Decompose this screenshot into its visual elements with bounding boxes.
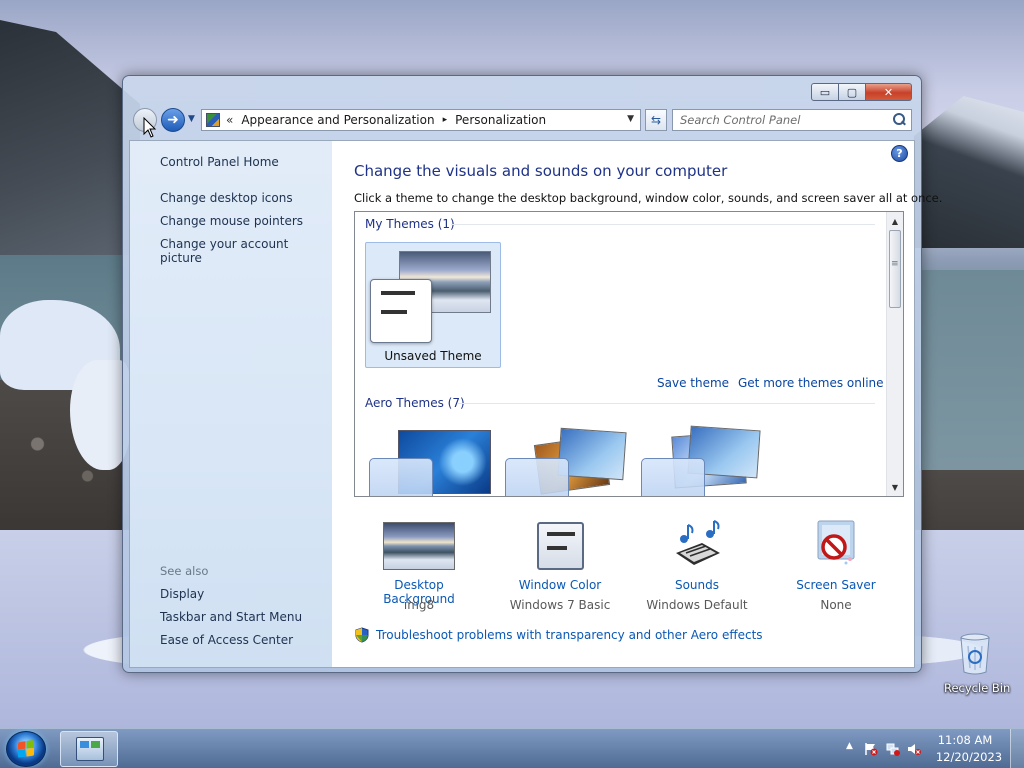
get-more-themes-online-link[interactable]: Get more themes online <box>738 376 884 390</box>
theme-window-preview <box>370 279 432 343</box>
troubleshoot-text[interactable]: Troubleshoot problems with transparency … <box>376 628 763 642</box>
refresh-button[interactable]: ⇆ <box>645 109 667 131</box>
recycle-bin-icon <box>960 633 990 675</box>
scrollbar-thumb[interactable] <box>889 230 901 308</box>
close-icon: ✕ <box>883 85 894 99</box>
show-hidden-icons-icon[interactable]: ▲ <box>846 741 853 751</box>
taskbar-control-panel-button[interactable] <box>60 731 118 767</box>
refresh-icon: ⇆ <box>650 113 662 127</box>
action-center-flag-icon[interactable] <box>864 742 878 756</box>
sounds-link[interactable]: Sounds <box>637 578 757 592</box>
breadcrumb-personalization[interactable]: Personalization <box>455 113 546 127</box>
breadcrumb-overflow[interactable]: « <box>226 113 233 127</box>
theme-name: Unsaved Theme <box>384 349 482 363</box>
taskbar: ▲ 11:08 AM 12/20/2023 <box>0 728 1024 768</box>
wallpaper-mountain-left <box>0 20 140 260</box>
sounds-icon <box>676 520 720 565</box>
wallpaper-mountain-right <box>914 96 1024 248</box>
volume-muted-icon[interactable] <box>907 742 921 756</box>
recycle-bin-label: Recycle Bin <box>944 681 1011 695</box>
navigation-bar: ➜ ▼ « Appearance and Personalization ▸ P… <box>131 106 915 134</box>
display-link[interactable]: Display <box>160 587 204 601</box>
address-dropdown-icon[interactable]: ▼ <box>627 114 634 124</box>
maximize-button[interactable]: ▢ <box>839 83 866 101</box>
ease-of-access-center-link[interactable]: Ease of Access Center <box>160 633 293 647</box>
scroll-up-arrow-icon[interactable]: ▲ <box>887 213 903 229</box>
theme-window-preview <box>505 458 569 496</box>
help-button[interactable]: ? <box>891 145 908 162</box>
recent-pages-dropdown[interactable]: ▼ <box>188 114 195 124</box>
theme-window-preview <box>641 458 705 496</box>
forward-arrow-icon: ➜ <box>167 112 179 128</box>
screen-saver-link[interactable]: Screen Saver <box>776 578 896 592</box>
notification-area: ▲ 11:08 AM 12/20/2023 <box>844 729 1024 768</box>
change-desktop-icons-link[interactable]: Change desktop icons <box>160 191 293 205</box>
scroll-down-arrow-icon[interactable]: ▼ <box>887 479 903 495</box>
search-icon[interactable] <box>891 112 907 128</box>
search-input[interactable] <box>673 111 891 129</box>
themes-scrollbar[interactable]: ▲ ▼ <box>886 212 903 496</box>
window-color-icon <box>537 522 584 570</box>
clock-date[interactable]: 12/20/2023 <box>934 750 1004 764</box>
desktop-background-icon <box>383 522 455 570</box>
theme-unsaved-theme[interactable]: Unsaved Theme <box>365 242 501 368</box>
page-title: Change the visuals and sounds on your co… <box>354 162 728 180</box>
page-description: Click a theme to change the desktop back… <box>354 191 943 205</box>
search-box <box>672 109 912 131</box>
window-color-value: Windows 7 Basic <box>509 598 611 612</box>
sounds-value: Windows Default <box>646 598 748 612</box>
personalization-window: ▭ ▢ ✕ ➜ ▼ « Appearance and Personalizati… <box>122 75 942 673</box>
group-divider <box>457 403 875 404</box>
change-account-picture-link[interactable]: Change your account picture <box>160 237 332 265</box>
maximize-icon: ▢ <box>846 85 858 99</box>
control-panel-home-link[interactable]: Control Panel Home <box>160 155 279 169</box>
recycle-bin[interactable]: Recycle Bin <box>944 632 1011 695</box>
screen-saver-icon <box>817 520 855 565</box>
desktop-background-value: img8 <box>403 598 435 612</box>
breadcrumb-separator-icon[interactable]: ▸ <box>443 115 448 125</box>
aero-themes-group-title[interactable]: Aero Themes (7) <box>365 396 465 410</box>
network-icon[interactable] <box>886 742 900 756</box>
minimize-icon: ▭ <box>819 85 831 99</box>
group-divider <box>451 224 875 225</box>
themes-list: My Themes (1) Unsaved Theme Save theme G… <box>354 211 904 497</box>
forward-button[interactable]: ➜ <box>161 108 185 132</box>
see-also-heading: See also <box>160 564 209 578</box>
show-desktop-button[interactable] <box>1010 729 1024 768</box>
main-content: ? Change the visuals and sounds on your … <box>332 141 942 667</box>
taskbar-and-start-menu-link[interactable]: Taskbar and Start Menu <box>160 610 302 624</box>
caption-buttons: ▭ ▢ ✕ <box>811 83 912 101</box>
window-color-link[interactable]: Window Color <box>500 578 620 592</box>
close-button[interactable]: ✕ <box>866 83 912 101</box>
control-panel-icon <box>76 737 104 761</box>
my-themes-group-title[interactable]: My Themes (1) <box>365 217 455 231</box>
mouse-cursor-icon <box>143 117 157 138</box>
help-icon: ? <box>896 147 903 160</box>
window-client-area: Control Panel Home Change desktop icons … <box>129 140 942 668</box>
address-bar[interactable]: « Appearance and Personalization ▸ Perso… <box>201 109 641 131</box>
start-button[interactable] <box>6 731 46 767</box>
change-mouse-pointers-link[interactable]: Change mouse pointers <box>160 214 303 228</box>
wallpaper-water-right <box>919 270 1024 500</box>
troubleshoot-aero-link[interactable]: Troubleshoot problems with transparency … <box>354 627 763 643</box>
shield-icon <box>355 627 369 643</box>
task-pane: Control Panel Home Change desktop icons … <box>130 141 332 667</box>
save-theme-link[interactable]: Save theme <box>657 376 729 390</box>
theme-window-preview <box>369 458 433 496</box>
clock-time[interactable]: 11:08 AM <box>930 733 1000 747</box>
minimize-button[interactable]: ▭ <box>811 83 839 101</box>
screen-saver-value: None <box>820 598 852 612</box>
breadcrumb-appearance-and-personalization[interactable]: Appearance and Personalization <box>241 113 434 127</box>
control-panel-icon <box>206 113 220 127</box>
